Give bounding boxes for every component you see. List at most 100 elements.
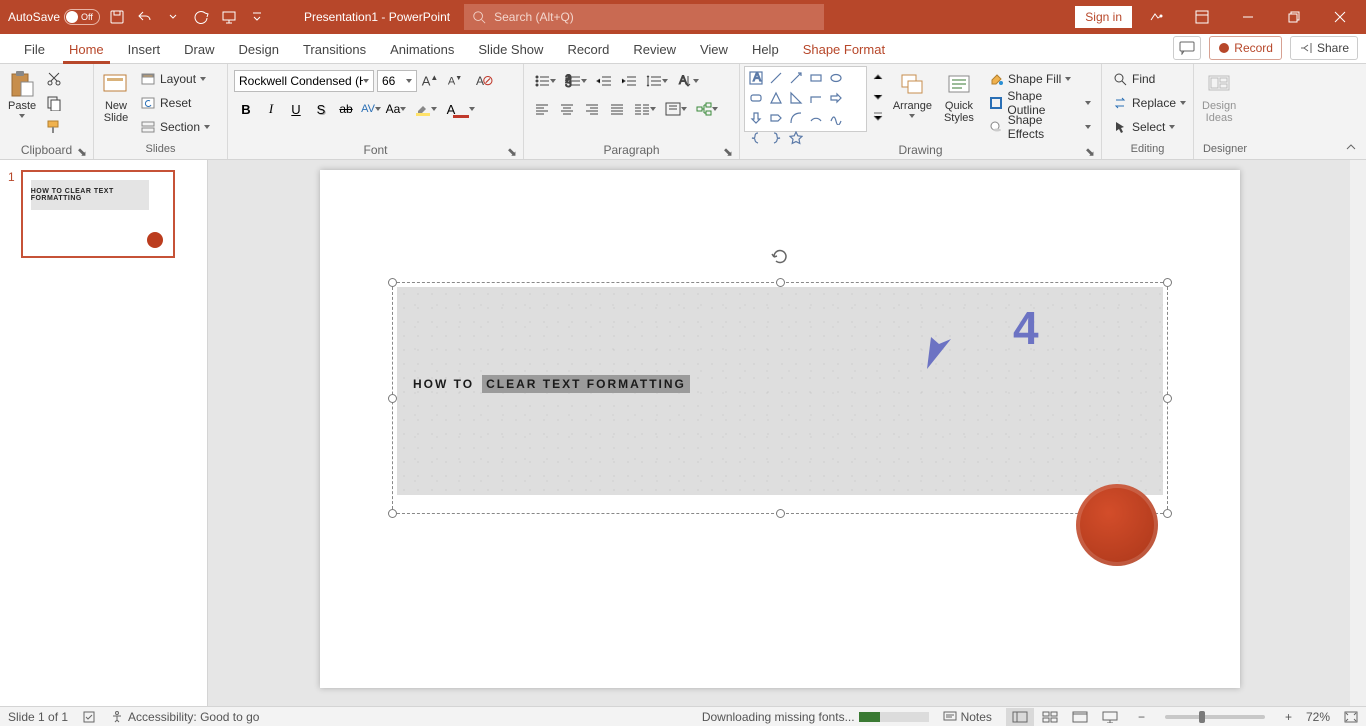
shape-curve-icon[interactable] — [787, 109, 805, 127]
shape-rect-icon[interactable] — [807, 69, 825, 87]
font-color-button[interactable]: A — [444, 98, 478, 120]
shape-arrow-right-icon[interactable] — [827, 89, 845, 107]
zoom-slider[interactable] — [1165, 715, 1265, 719]
fit-to-window-icon[interactable] — [1344, 711, 1358, 723]
reset-button[interactable]: Reset — [136, 92, 214, 114]
arrange-button[interactable]: Arrange — [889, 66, 936, 142]
select-button[interactable]: Select — [1108, 116, 1190, 138]
tab-animations[interactable]: Animations — [378, 36, 466, 63]
search-box[interactable] — [464, 4, 824, 30]
new-slide-button[interactable]: New Slide — [98, 66, 134, 142]
save-icon[interactable] — [106, 6, 128, 28]
minimize-icon[interactable] — [1226, 0, 1270, 34]
ribbon-display-icon[interactable] — [1180, 0, 1224, 34]
cut-button[interactable] — [42, 68, 66, 90]
rotate-handle-icon[interactable] — [770, 247, 790, 267]
tab-help[interactable]: Help — [740, 36, 791, 63]
paragraph-launcher-icon[interactable]: ⬊ — [723, 145, 733, 155]
quick-styles-button[interactable]: Quick Styles — [940, 66, 978, 142]
shape-arc-icon[interactable] — [807, 109, 825, 127]
resize-handle[interactable] — [388, 509, 397, 518]
tab-shape-format[interactable]: Shape Format — [791, 36, 897, 63]
coming-soon-icon[interactable] — [1134, 0, 1178, 34]
resize-handle[interactable] — [1163, 394, 1172, 403]
shape-rtriangle-icon[interactable] — [787, 89, 805, 107]
redo-icon[interactable] — [190, 6, 212, 28]
tab-file[interactable]: File — [12, 36, 57, 63]
change-case-button[interactable]: Aa — [384, 98, 408, 120]
copy-button[interactable] — [42, 92, 66, 114]
align-left-button[interactable] — [530, 98, 554, 120]
stamp-graphic[interactable] — [1076, 484, 1158, 566]
collapse-ribbon-icon[interactable] — [1342, 141, 1360, 155]
tab-record[interactable]: Record — [555, 36, 621, 63]
resize-handle[interactable] — [776, 278, 785, 287]
zoom-level[interactable]: 72% — [1306, 710, 1330, 724]
zoom-in-button[interactable]: + — [1285, 710, 1292, 724]
search-input[interactable] — [494, 10, 816, 24]
columns-button[interactable] — [630, 98, 660, 120]
maximize-icon[interactable] — [1272, 0, 1316, 34]
highlight-button[interactable] — [409, 98, 443, 120]
paste-button[interactable]: Paste — [4, 66, 40, 142]
shape-textbox-icon[interactable]: A — [747, 69, 765, 87]
font-name-combo[interactable]: Rockwell Condensed (He — [234, 70, 374, 92]
slides-panel[interactable]: 1 HOW TO CLEAR TEXT FORMATTING — [0, 160, 208, 706]
slide-counter[interactable]: Slide 1 of 1 — [8, 710, 68, 724]
font-launcher-icon[interactable]: ⬊ — [507, 145, 517, 155]
tab-draw[interactable]: Draw — [172, 36, 226, 63]
undo-icon[interactable] — [134, 6, 156, 28]
shape-roundrect-icon[interactable] — [747, 89, 765, 107]
align-center-button[interactable] — [555, 98, 579, 120]
gallery-up-icon[interactable] — [871, 68, 885, 86]
shape-oval-icon[interactable] — [827, 69, 845, 87]
italic-button[interactable]: I — [259, 98, 283, 120]
zoom-out-button[interactable]: − — [1138, 710, 1145, 724]
bold-button[interactable]: B — [234, 98, 258, 120]
resize-handle[interactable] — [388, 278, 397, 287]
autosave-toggle[interactable]: AutoSave Off — [8, 9, 100, 25]
share-button[interactable]: Share — [1290, 36, 1358, 60]
title-text[interactable]: HOW TO CLEAR TEXT FORMATTING — [413, 375, 690, 393]
resize-handle[interactable] — [388, 394, 397, 403]
tab-insert[interactable]: Insert — [116, 36, 173, 63]
shape-triangle-icon[interactable] — [767, 89, 785, 107]
text-direction-button[interactable]: A — [673, 70, 703, 92]
gallery-down-icon[interactable] — [871, 88, 885, 106]
tab-transitions[interactable]: Transitions — [291, 36, 378, 63]
gallery-more-icon[interactable] — [871, 108, 885, 126]
font-size-combo[interactable]: 66 — [377, 70, 417, 92]
section-button[interactable]: Section — [136, 116, 214, 138]
shape-elbow-icon[interactable] — [807, 89, 825, 107]
shadow-button[interactable]: S — [309, 98, 333, 120]
layout-button[interactable]: Layout — [136, 68, 214, 90]
shape-arrow-down-icon[interactable] — [747, 109, 765, 127]
shapes-gallery[interactable]: A — [744, 66, 867, 132]
sorter-view-icon[interactable] — [1036, 708, 1064, 726]
close-icon[interactable] — [1318, 0, 1362, 34]
tab-home[interactable]: Home — [57, 36, 116, 63]
thumb-preview[interactable]: HOW TO CLEAR TEXT FORMATTING — [21, 170, 175, 258]
slide-thumbnail-1[interactable]: 1 HOW TO CLEAR TEXT FORMATTING — [8, 170, 199, 258]
replace-button[interactable]: Replace — [1108, 92, 1190, 114]
vertical-scrollbar[interactable] — [1350, 160, 1366, 706]
shape-fill-button[interactable]: Shape Fill — [984, 68, 1095, 90]
tab-slide-show[interactable]: Slide Show — [466, 36, 555, 63]
bullets-button[interactable] — [530, 70, 560, 92]
decrease-indent-button[interactable] — [592, 70, 616, 92]
qat-more-icon[interactable] — [246, 6, 268, 28]
clipboard-launcher-icon[interactable]: ⬊ — [77, 145, 87, 155]
drawing-launcher-icon[interactable]: ⬊ — [1085, 145, 1095, 155]
comments-button[interactable] — [1173, 36, 1201, 60]
increase-font-button[interactable]: A▲ — [418, 70, 442, 92]
align-right-button[interactable] — [580, 98, 604, 120]
slide-canvas[interactable]: 4 HOW TO CLEAR TEXT FORMATTING — [208, 160, 1366, 706]
record-button[interactable]: Record — [1209, 36, 1282, 60]
justify-button[interactable] — [605, 98, 629, 120]
shape-outline-button[interactable]: Shape Outline — [984, 92, 1095, 114]
undo-more-icon[interactable] — [162, 6, 184, 28]
shape-effects-button[interactable]: Shape Effects — [984, 116, 1095, 138]
title-textbox[interactable]: 4 HOW TO CLEAR TEXT FORMATTING — [392, 282, 1168, 514]
signin-button[interactable]: Sign in — [1075, 6, 1132, 28]
spellcheck-icon[interactable] — [82, 710, 96, 724]
